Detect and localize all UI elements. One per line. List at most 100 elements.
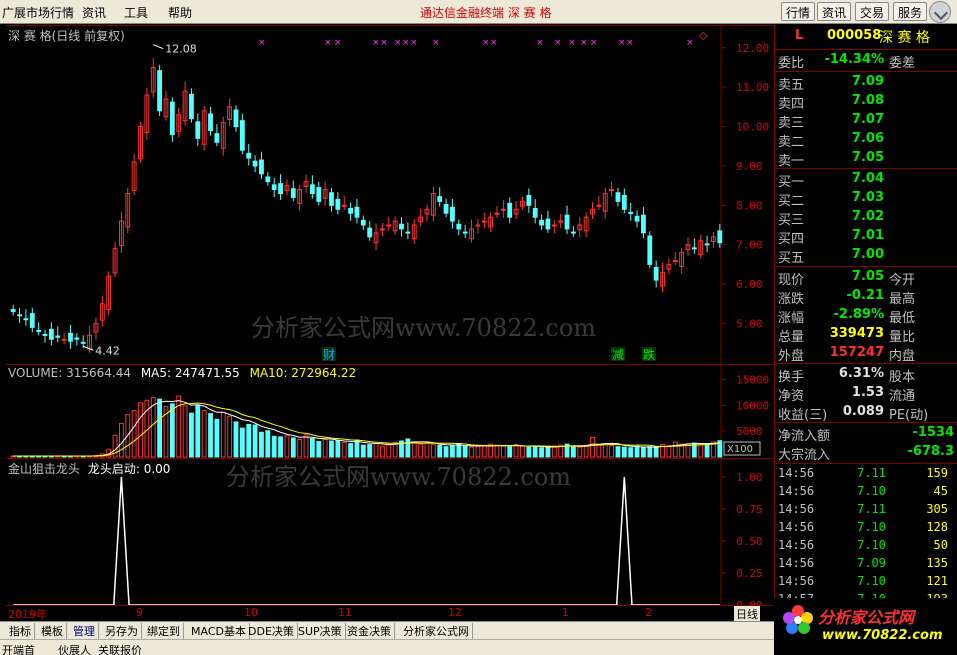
info-marker-icon: × <box>554 38 562 48</box>
candle-body <box>169 101 175 135</box>
candle-body <box>329 192 334 206</box>
candle-body <box>195 121 201 139</box>
candle-body <box>208 113 213 132</box>
period-label[interactable]: 日线 <box>734 606 760 622</box>
volume-bar <box>195 404 201 458</box>
tab-manage[interactable]: 管理 <box>70 623 99 639</box>
volume-bar <box>169 403 175 458</box>
site-logo: 分析家公式网 www.70822.com <box>774 598 957 655</box>
menu-item-news[interactable]: 资讯 <box>82 4 106 21</box>
tab-dde[interactable]: DDE决策 <box>245 623 298 639</box>
volume-tick-label: 15000 <box>736 374 769 387</box>
tab-save-as[interactable]: 另存为 <box>102 623 142 639</box>
quote-button[interactable]: 行情 <box>781 2 816 21</box>
indicator-tick-label: 0.75 <box>736 503 763 516</box>
bid-row: 买一 7.04 <box>775 170 957 190</box>
volume-bar <box>297 438 303 458</box>
price-tick-label: 11.00 <box>736 81 769 94</box>
stat-row-right: 量比 <box>889 330 916 345</box>
ask-row: 卖三 7.07 <box>775 111 957 131</box>
volume-bar <box>698 444 704 458</box>
volume-bar <box>609 445 615 458</box>
news-button[interactable]: 资讯 <box>817 2 852 21</box>
kline-panel[interactable]: 深 赛 格(日线 前复权) 分析家公式网www.70822.com 12.00 1… <box>6 25 773 364</box>
stat-row-label: 总量 <box>778 330 805 345</box>
indicator-panel[interactable]: 金山狙击龙头 龙头启动: 0.00 分析家公式网www.70822.com 1.… <box>6 458 773 612</box>
date-axis: 2019年 9 10 11 12 1 2 日线 <box>6 605 773 622</box>
tick-row: 14:56 7.10 121 <box>775 574 957 592</box>
candle-body <box>551 224 557 227</box>
price-tick-label: 6.00 <box>736 278 763 291</box>
candle-body <box>621 194 627 210</box>
volume-bar <box>666 445 672 458</box>
candle-body <box>399 223 404 230</box>
tab-sup[interactable]: SUP决策 <box>295 623 346 639</box>
volume-bar <box>437 444 443 458</box>
volume-bar <box>316 441 322 458</box>
volume-bar <box>590 436 595 458</box>
volume-panel[interactable]: VOLUME: 315664.44 MA5: 247471.55 MA10: 2… <box>6 364 773 458</box>
tab-indicator[interactable]: 指标 <box>6 623 35 639</box>
tab-fund[interactable]: 资金决策 <box>344 623 395 639</box>
candle-body <box>500 208 506 211</box>
date-label: 11 <box>338 606 352 619</box>
volume-bar <box>443 446 449 458</box>
tick-row: 14:56 7.10 45 <box>775 484 957 502</box>
weibi-value: -14.34% <box>824 52 884 67</box>
volume-bar <box>239 427 245 458</box>
candle-body <box>341 204 347 207</box>
volume-bar <box>246 423 252 458</box>
candle-body <box>316 187 322 202</box>
price-tick-label: 7.00 <box>736 239 763 252</box>
stat-row: 涨跌 -0.21 最高 <box>775 287 957 307</box>
stat-row-value: -2.89% <box>833 307 885 322</box>
tab-macd[interactable]: MACD基本 <box>188 623 250 639</box>
bid-row-value: 7.03 <box>851 190 884 205</box>
tick-p: 7.10 <box>857 484 886 498</box>
candle-body <box>259 159 264 175</box>
volume-bar <box>475 446 481 458</box>
status-item[interactable]: 开端首 <box>2 642 35 655</box>
tab-template[interactable]: 模板 <box>38 623 67 639</box>
service-button[interactable]: 服务 <box>893 2 928 21</box>
high-marker <box>153 44 164 50</box>
volume-chart[interactable]: 15000 10000 5000 X100 <box>6 365 773 458</box>
menu-item-tools[interactable]: 工具 <box>124 4 148 21</box>
date-label: 1 <box>562 606 569 619</box>
stat-row: 净资 1.53 流通 <box>775 384 957 404</box>
trade-button[interactable]: 交易 <box>855 2 890 21</box>
status-item[interactable]: 伙展人 <box>58 642 91 655</box>
volume-bar <box>182 405 188 458</box>
tab-formula-site[interactable]: 分析家公式网 <box>400 623 473 639</box>
volume-bar <box>348 443 353 458</box>
candle-body <box>609 189 615 192</box>
volume-bar <box>138 402 143 458</box>
stat-row-label: 换手 <box>778 370 805 385</box>
date-label: 10 <box>244 606 258 619</box>
volume-bar <box>290 437 296 458</box>
info-marker-icon: × <box>432 38 440 48</box>
kline-chart[interactable]: 12.00 11.00 10.00 9.00 8.00 7.00 6.00 5.00 12.08… <box>6 26 773 364</box>
stock-code: 000058 <box>827 28 882 43</box>
volume-bar <box>634 445 640 458</box>
collapse-icon[interactable] <box>929 1 951 23</box>
stat-row: 总量 339473 量比 <box>775 325 957 345</box>
market-letter: L <box>795 28 804 43</box>
candle-body <box>628 211 634 214</box>
candle-body <box>647 235 653 265</box>
volume-bar <box>271 435 277 458</box>
ask-row-value: 7.05 <box>851 150 884 165</box>
info-marker-icon: × <box>626 38 634 48</box>
stat-row-value: 7.05 <box>851 269 884 284</box>
bid-row: 买二 7.03 <box>775 189 957 209</box>
menu-item-help[interactable]: 帮助 <box>168 4 192 21</box>
candle-body <box>309 184 315 194</box>
indicator-chart[interactable]: 1.000.750.500.250.00 <box>6 459 773 612</box>
tick-p: 7.11 <box>857 502 886 516</box>
candle-body <box>348 207 353 214</box>
tab-bind-to[interactable]: 绑定到 <box>144 623 184 639</box>
status-item[interactable]: 关联报价 <box>98 642 142 655</box>
candle-body <box>80 341 86 344</box>
stat-row-label: 现价 <box>778 273 805 288</box>
stat-row-right: 最低 <box>889 311 916 326</box>
